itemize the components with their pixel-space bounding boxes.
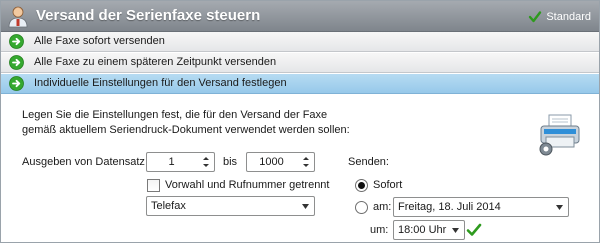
arrow-right-icon bbox=[9, 55, 24, 70]
arrow-right-icon bbox=[9, 76, 24, 91]
page-title: Versand der Serienfaxe steuern bbox=[36, 7, 261, 24]
chevron-down-icon bbox=[556, 205, 563, 210]
send-now-label: Sofort bbox=[373, 179, 403, 191]
confirm-checkmark-icon[interactable] bbox=[466, 222, 482, 238]
separate-number-label: Vorwahl und Rufnummer getrennt bbox=[165, 179, 330, 191]
standard-label: Standard bbox=[546, 11, 591, 23]
time-label: um: bbox=[370, 224, 389, 236]
spin-arrows-icon[interactable] bbox=[201, 155, 211, 169]
send-at-label: am: bbox=[373, 201, 392, 213]
chevron-down-icon bbox=[302, 204, 309, 209]
separate-number-checkbox[interactable] bbox=[147, 179, 160, 192]
arrow-right-icon bbox=[9, 34, 24, 49]
records-label: Ausgeben von Datensatz bbox=[22, 156, 145, 168]
option-individual-settings[interactable]: Individuelle Einstellungen für den Versa… bbox=[1, 74, 599, 94]
fax-field-value: Telefax bbox=[151, 200, 186, 212]
printer-settings-icon bbox=[539, 114, 580, 156]
send-time-value: 18:00 Uhr bbox=[398, 224, 447, 236]
header-bar: Versand der Serienfaxe steuern Standard bbox=[1, 1, 599, 32]
fax-field-select[interactable]: Telefax bbox=[146, 196, 315, 216]
option-label: Alle Faxe sofort versenden bbox=[34, 35, 165, 47]
chevron-down-icon bbox=[452, 228, 459, 233]
settings-panel: Legen Sie die Einstellungen fest, die fü… bbox=[1, 95, 599, 242]
records-from-stepper[interactable]: 1 bbox=[146, 152, 215, 172]
standard-button[interactable]: Standard bbox=[528, 10, 591, 24]
send-date-value: Freitag, 18. Juli 2014 bbox=[398, 201, 501, 213]
send-label: Senden: bbox=[348, 156, 389, 168]
send-now-radio[interactable] bbox=[355, 179, 368, 192]
records-to-stepper[interactable]: 1000 bbox=[246, 152, 315, 172]
description: Legen Sie die Einstellungen fest, die fü… bbox=[22, 108, 362, 138]
checkmark-icon bbox=[529, 11, 542, 23]
send-time-select[interactable]: 18:00 Uhr bbox=[393, 220, 465, 240]
option-send-now[interactable]: Alle Faxe sofort versenden bbox=[1, 32, 599, 52]
option-send-later[interactable]: Alle Faxe zu einem späteren Zeitpunkt ve… bbox=[1, 53, 599, 73]
send-at-radio[interactable] bbox=[355, 201, 368, 214]
description-line: gemäß aktuellem Seriendruck-Dokument ver… bbox=[22, 124, 350, 136]
records-from-value: 1 bbox=[168, 156, 175, 168]
option-label: Individuelle Einstellungen für den Versa… bbox=[34, 77, 287, 89]
option-label: Alle Faxe zu einem späteren Zeitpunkt ve… bbox=[34, 56, 277, 68]
records-to-label: bis bbox=[223, 156, 238, 168]
spin-arrows-icon[interactable] bbox=[301, 155, 311, 169]
description-line: Legen Sie die Einstellungen fest, die fü… bbox=[22, 109, 328, 121]
fax-user-icon bbox=[8, 6, 28, 28]
records-to-value: 1000 bbox=[259, 156, 284, 168]
send-date-picker[interactable]: Freitag, 18. Juli 2014 bbox=[393, 197, 569, 217]
